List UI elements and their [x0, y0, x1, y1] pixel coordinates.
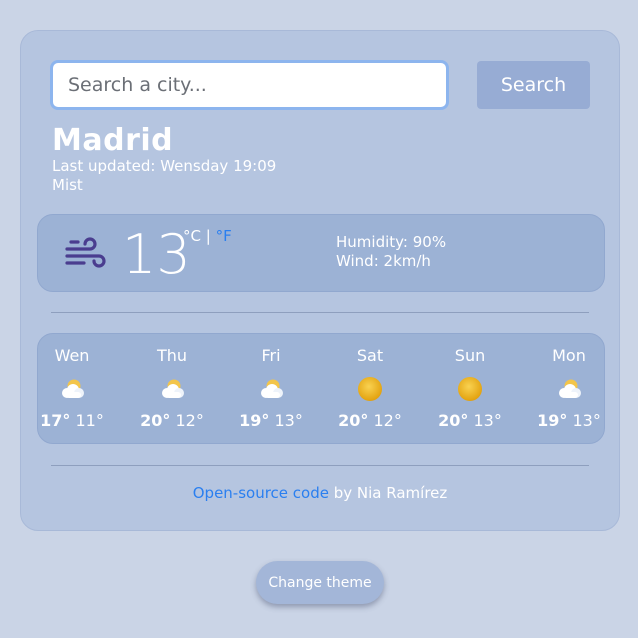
partly-cloudy-icon	[58, 376, 86, 402]
forecast-panel: Wen 17° 11° Thu 20° 12° Fri 19° 13° Sat 20° 12°…	[37, 333, 605, 444]
partly-cloudy-icon	[257, 376, 285, 402]
sun-icon	[356, 376, 384, 402]
forecast-temps: 20° 12°	[132, 411, 212, 430]
current-weather-panel: 13 °C | °F Humidity: 90% Wind: 2km/h	[37, 214, 605, 292]
forecast-min-temp: 12°	[175, 411, 204, 430]
forecast-min-temp: 13°	[572, 411, 601, 430]
forecast-day-name: Mon	[552, 346, 586, 365]
forecast-day-name: Thu	[156, 346, 188, 365]
forecast-day-name: Sat	[356, 346, 384, 365]
forecast-day-name: Fri	[261, 346, 281, 365]
wind-speed: Wind: 2km/h	[336, 252, 431, 270]
forecast-min-temp: 13°	[274, 411, 303, 430]
forecast-max-temp: 20°	[338, 411, 369, 430]
last-updated: Last updated: Wensday 19:09	[52, 157, 277, 175]
search-button[interactable]: Search	[477, 61, 590, 109]
source-code-link[interactable]: Open-source code	[193, 484, 329, 502]
city-name: Madrid	[52, 123, 174, 158]
forecast-temps: 20° 13°	[430, 411, 510, 430]
forecast-min-temp: 12°	[373, 411, 402, 430]
divider	[51, 312, 589, 313]
forecast-max-temp: 20°	[140, 411, 171, 430]
forecast-min-temp: 11°	[75, 411, 104, 430]
forecast-day-name: Sun	[454, 346, 486, 365]
forecast-temps: 19° 13°	[529, 411, 609, 430]
conditions: Humidity: 90% Wind: 2km/h	[336, 233, 446, 271]
partly-cloudy-icon	[158, 376, 186, 402]
forecast-max-temp: 19°	[537, 411, 568, 430]
forecast-max-temp: 19°	[239, 411, 270, 430]
weather-description: Mist	[52, 176, 83, 194]
wind-icon	[65, 237, 106, 268]
sun-icon	[456, 376, 484, 402]
current-temperature: 13	[122, 223, 191, 286]
forecast-temps: 20° 12°	[330, 411, 410, 430]
humidity: Humidity: 90%	[336, 233, 447, 251]
forecast-temps: 19° 13°	[231, 411, 311, 430]
partly-cloudy-icon	[555, 376, 583, 402]
unit-toggle: °C | °F	[183, 227, 232, 245]
forecast-max-temp: 20°	[438, 411, 469, 430]
author-credit: by Nia Ramírez	[328, 484, 448, 502]
footer: Open-source code by Nia Ramírez	[21, 484, 619, 502]
forecast-min-temp: 13°	[473, 411, 502, 430]
unit-separator: |	[205, 227, 211, 245]
change-theme-button[interactable]: Change theme	[256, 561, 384, 604]
weather-card: Search Madrid Last updated: Wensday 19:0…	[20, 30, 620, 531]
forecast-day-name: Wen	[54, 346, 90, 365]
divider	[51, 465, 589, 466]
search-input[interactable]	[50, 60, 449, 110]
fahrenheit-link[interactable]: °F	[216, 227, 232, 245]
forecast-max-temp: 17°	[40, 411, 71, 430]
forecast-temps: 17° 11°	[32, 411, 112, 430]
celsius-unit: °C	[183, 227, 201, 245]
